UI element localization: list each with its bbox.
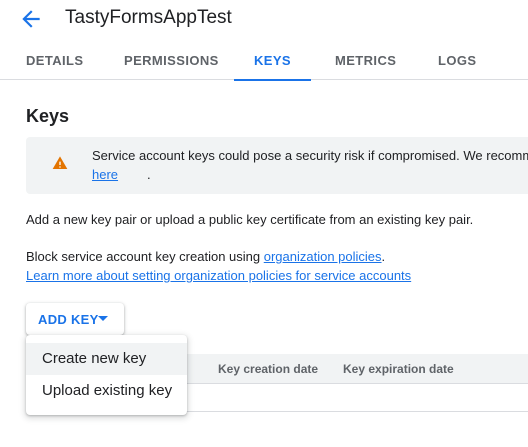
column-key-creation-date[interactable]: Key creation date: [218, 362, 318, 376]
page-title: TastyFormsAppTest: [65, 7, 232, 28]
column-key-expiration-date[interactable]: Key expiration date: [343, 362, 454, 376]
warning-banner: Service account keys could pose a securi…: [26, 137, 528, 194]
add-key-button[interactable]: ADD KEY: [26, 303, 124, 335]
block-key-creation-text: Block service account key creation using…: [26, 249, 385, 264]
tab-bar: DETAILS PERMISSIONS KEYS METRICS LOGS: [0, 42, 528, 81]
add-key-label: ADD KEY: [38, 312, 99, 327]
warning-text: Service account keys could pose a securi…: [92, 148, 528, 163]
app-header: TastyFormsAppTest: [0, 0, 528, 42]
section-title: Keys: [26, 106, 70, 126]
block-text-prefix: Block service account key creation using: [26, 249, 264, 264]
keys-table-header: Key creation date Key expiration date: [186, 354, 528, 384]
organization-policies-link[interactable]: organization policies: [264, 249, 382, 264]
tab-permissions[interactable]: PERMISSIONS: [124, 42, 218, 80]
warning-link-suffix: .: [147, 167, 151, 182]
table-divider: [186, 411, 528, 412]
warning-icon: [52, 156, 68, 169]
tab-metrics[interactable]: METRICS: [335, 42, 396, 80]
tab-keys[interactable]: KEYS: [234, 42, 311, 81]
block-text-suffix: .: [381, 249, 386, 264]
learn-more-link[interactable]: Learn more about setting organization po…: [26, 268, 411, 283]
menu-item-upload-existing-key[interactable]: Upload existing key: [26, 375, 187, 407]
warning-learn-link[interactable]: here: [92, 167, 118, 182]
tab-logs[interactable]: LOGS: [438, 42, 476, 80]
arrow-back-icon: [22, 10, 40, 28]
menu-item-create-new-key[interactable]: Create new key: [26, 343, 187, 375]
tab-details[interactable]: DETAILS: [26, 42, 83, 80]
caret-down-icon: [98, 316, 108, 321]
back-button[interactable]: [18, 6, 44, 32]
keys-description: Add a new key pair or upload a public ke…: [26, 212, 474, 227]
add-key-menu: Create new key Upload existing key: [26, 335, 187, 415]
